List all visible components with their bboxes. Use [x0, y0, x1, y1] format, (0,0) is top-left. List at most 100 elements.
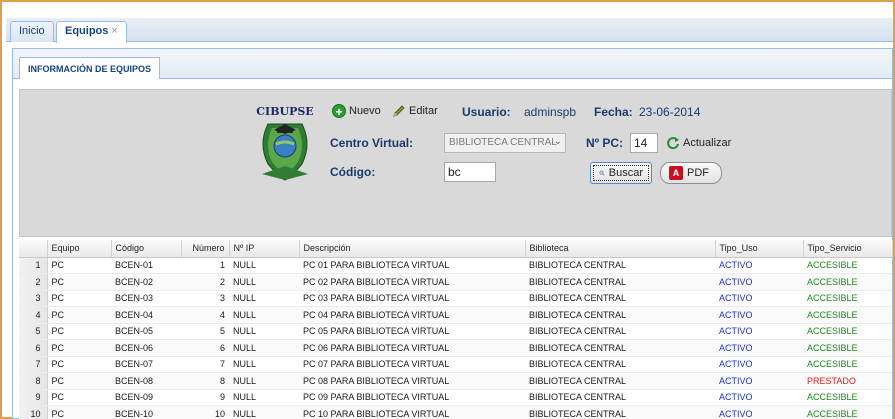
column-header[interactable]: [19, 240, 48, 258]
cell-biblioteca: BIBLIOTECA CENTRAL: [525, 372, 715, 390]
cell-numero: 1: [181, 257, 229, 274]
column-header[interactable]: Descripción: [299, 240, 526, 258]
pencil-icon: [393, 105, 405, 117]
cell-codigo: BCEN-09: [111, 389, 181, 406]
cell-biblioteca: BIBLIOTECA CENTRAL: [525, 339, 715, 357]
cell-tipo-servicio: ACCESIBLE: [803, 339, 892, 357]
table-row[interactable]: 1 PC BCEN-01 1 NULL PC 01 PARA BIBLIOTECA VIR…: [19, 257, 892, 274]
column-header[interactable]: Biblioteca: [525, 240, 716, 258]
cell-biblioteca: BIBLIOTECA CENTRAL: [525, 323, 715, 340]
table-row[interactable]: 8 PC BCEN-08 8 NULL PC 08 PARA BIBLIOTECA VIR…: [19, 372, 892, 390]
table-row[interactable]: 2 PC BCEN-02 2 NULL PC 02 PARA BIBLIOTECA VIR…: [19, 273, 892, 291]
cell-equipo: PC: [47, 257, 111, 274]
edit-button[interactable]: Editar: [392, 104, 438, 118]
cell-descripcion: PC 06 PARA BIBLIOTECA VIRTUAL: [299, 339, 525, 357]
panel-tabbar: INFORMACIÓN DE EQUIPOS: [13, 49, 892, 79]
pdf-button[interactable]: A PDF: [660, 162, 722, 184]
table-row[interactable]: 9 PC BCEN-09 9 NULL PC 09 PARA BIBLIOTECA VIR…: [19, 389, 892, 406]
refresh-button[interactable]: Actualizar: [666, 136, 731, 150]
user-label: Usuario:: [462, 105, 511, 119]
top-strip: [2, 2, 893, 16]
cell-tipo-servicio: ACCESIBLE: [803, 356, 892, 373]
cell-tipo-servicio: ACCESIBLE: [803, 257, 892, 274]
cell-tipo-servicio: ACCESIBLE: [803, 323, 892, 340]
codigo-label: Código:: [330, 165, 376, 179]
tab-informacion-equipos-label: INFORMACIÓN DE EQUIPOS: [28, 64, 152, 74]
cell-biblioteca: BIBLIOTECA CENTRAL: [525, 389, 715, 406]
cell-descripcion: PC 01 PARA BIBLIOTECA VIRTUAL: [299, 257, 525, 274]
centro-virtual-label: Centro Virtual:: [330, 136, 414, 150]
cell-ip: NULL: [229, 257, 299, 274]
cell-numero: 7: [181, 356, 229, 373]
cell-numero: 9: [181, 389, 229, 406]
cell-biblioteca: BIBLIOTECA CENTRAL: [525, 356, 715, 373]
chevron-down-icon: ⌄: [553, 136, 562, 147]
tab-equipos[interactable]: Equipos ×: [56, 21, 127, 43]
table-row[interactable]: 7 PC BCEN-07 7 NULL PC 07 PARA BIBLIOTECA VIR…: [19, 356, 892, 373]
cell-ip: NULL: [229, 372, 299, 390]
equipos-panel: INFORMACIÓN DE EQUIPOS CIBUPSE + Nuevo E…: [12, 48, 893, 419]
cell-numero: 5: [181, 323, 229, 340]
search-button[interactable]: Buscar: [590, 162, 652, 184]
row-number: 4: [19, 306, 48, 324]
table-row[interactable]: 3 PC BCEN-03 3 NULL PC 03 PARA BIBLIOTECA VIR…: [19, 290, 892, 307]
cell-tipo-uso: ACTIVO: [715, 273, 803, 291]
cell-equipo: PC: [47, 273, 111, 291]
cell-biblioteca: BIBLIOTECA CENTRAL: [525, 257, 715, 274]
new-button[interactable]: + Nuevo: [332, 104, 381, 119]
cibupse-emblem-icon: CIBUPSE: [256, 105, 314, 181]
date-label: Fecha:: [594, 105, 633, 119]
edit-label: Editar: [409, 105, 438, 117]
pdf-label: PDF: [687, 167, 709, 179]
tab-inicio[interactable]: Inicio: [10, 21, 54, 42]
cell-tipo-servicio: ACCESIBLE: [803, 290, 892, 307]
date-value: 23-06-2014: [639, 105, 701, 119]
codigo-input[interactable]: [444, 162, 496, 182]
cell-codigo: BCEN-06: [111, 339, 181, 357]
search-icon: [599, 170, 605, 176]
cell-numero: 4: [181, 306, 229, 324]
npc-input[interactable]: [630, 133, 658, 153]
cell-equipo: PC: [47, 339, 111, 357]
column-header[interactable]: Número: [181, 240, 230, 258]
cell-ip: NULL: [229, 389, 299, 406]
table-row[interactable]: 6 PC BCEN-06 6 NULL PC 06 PARA BIBLIOTECA VIR…: [19, 339, 892, 357]
search-label: Buscar: [608, 167, 643, 179]
column-header[interactable]: Tipo_Servicio: [803, 240, 893, 258]
cell-codigo: BCEN-10: [111, 405, 181, 419]
cell-numero: 6: [181, 339, 229, 357]
cell-tipo-uso: ACTIVO: [715, 290, 803, 307]
tab-equipos-label: Equipos: [65, 25, 109, 37]
tab-informacion-equipos[interactable]: INFORMACIÓN DE EQUIPOS: [19, 57, 161, 79]
user-value: adminspb: [524, 105, 577, 119]
column-header[interactable]: Nº IP: [229, 240, 300, 258]
row-number: 6: [19, 339, 48, 357]
table-row[interactable]: 4 PC BCEN-04 4 NULL PC 04 PARA BIBLIOTECA VIR…: [19, 306, 892, 324]
centro-virtual-value: BIBLIOTECA CENTRAL: [449, 137, 557, 148]
cell-equipo: PC: [47, 356, 111, 373]
new-label: Nuevo: [349, 105, 381, 117]
cell-codigo: BCEN-07: [111, 356, 181, 373]
refresh-icon: [667, 137, 679, 150]
row-number: 5: [19, 323, 48, 340]
cell-tipo-servicio: PRESTADO: [803, 372, 892, 390]
refresh-label: Actualizar: [683, 137, 732, 149]
column-header[interactable]: Equipo: [47, 240, 112, 258]
table-row[interactable]: 10 PC BCEN-10 10 NULL PC 10 PARA BIBLIOTECA V…: [19, 405, 892, 419]
cell-tipo-uso: ACTIVO: [715, 323, 803, 340]
table-row[interactable]: 5 PC BCEN-05 5 NULL PC 05 PARA BIBLIOTECA VIR…: [19, 323, 892, 340]
column-header[interactable]: Código: [111, 240, 182, 258]
pdf-icon: A: [669, 166, 683, 180]
cell-biblioteca: BIBLIOTECA CENTRAL: [525, 405, 715, 419]
cell-descripcion: PC 10 PARA BIBLIOTECA VIRTUAL: [299, 405, 525, 419]
cell-ip: NULL: [229, 356, 299, 373]
centro-virtual-select[interactable]: BIBLIOTECA CENTRAL ⌄: [444, 133, 566, 153]
cell-codigo: BCEN-05: [111, 323, 181, 340]
close-icon[interactable]: ×: [111, 25, 117, 37]
column-header[interactable]: Tipo_Uso: [715, 240, 804, 258]
cell-descripcion: PC 03 PARA BIBLIOTECA VIRTUAL: [299, 290, 525, 307]
cell-tipo-uso: ACTIVO: [715, 306, 803, 324]
cell-descripcion: PC 08 PARA BIBLIOTECA VIRTUAL: [299, 372, 525, 390]
app-frame: Inicio Equipos × INFORMACIÓN DE EQUIPOS C…: [0, 0, 895, 419]
cibupse-logo: CIBUPSE: [250, 104, 320, 184]
